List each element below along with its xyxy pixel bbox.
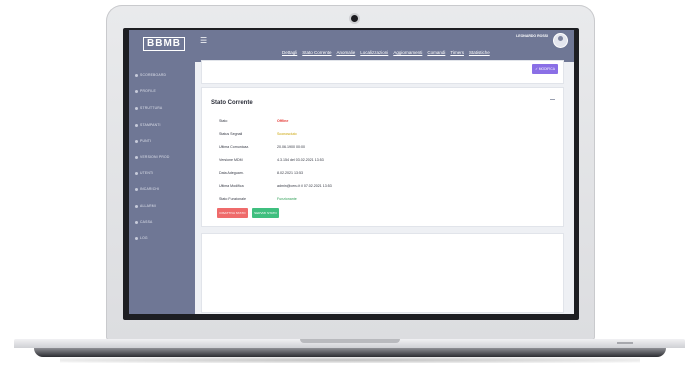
app-logo[interactable]: BBMB: [143, 37, 185, 51]
sidebar-item-label: Versioni Prod: [140, 155, 170, 159]
sidebar-item-allarmi[interactable]: Allarmi: [135, 202, 191, 210]
menu-icon[interactable]: ☰: [200, 37, 207, 45]
tab-statistiche[interactable]: Statistiche: [469, 50, 490, 55]
sidebar-item-label: Utenti: [140, 171, 154, 175]
laptop-shadow: [60, 357, 640, 363]
row-value-stato-funzionale: Funzionante: [277, 197, 297, 201]
row-label-stato: Stato: [219, 119, 228, 123]
bullet-icon: [135, 106, 138, 110]
enable-state-button[interactable]: SERVIZI STATO: [252, 208, 279, 218]
bullet-icon: [135, 204, 138, 208]
sidebar-item-label: Profile: [140, 89, 156, 93]
sidebar-item-incarichi[interactable]: Incarichi: [135, 185, 191, 193]
sidebar-item-label: Allarmi: [140, 204, 156, 208]
sidebar-item-label: Log: [140, 236, 148, 240]
sidebar-item-label: Scoreboard: [140, 73, 167, 77]
bullet-icon: [135, 220, 138, 224]
edit-button[interactable]: ✓ MODIFICA: [532, 64, 558, 74]
bullet-icon: [135, 155, 138, 159]
user-name[interactable]: LEONARDO ROSSI: [516, 34, 548, 38]
bullet-icon: [135, 89, 138, 93]
bullet-icon: [135, 187, 138, 191]
sidebar-item-utenti[interactable]: Utenti: [135, 169, 191, 177]
row-label-versione-mdm: Versione MDM: [219, 158, 243, 162]
bullet-icon: [135, 123, 138, 127]
sidebar-item-struttura[interactable]: Struttura: [135, 104, 191, 112]
status-card: Stato Corrente Stato Offline Status Segn…: [201, 87, 564, 227]
row-value-data-adeguamento: 8.02.2021 13:53: [277, 171, 303, 175]
sidebar-item-punti[interactable]: Punti: [135, 137, 191, 145]
empty-card: [201, 233, 564, 313]
sidebar: BBMB Scoreboard Profile Struttura Stampa…: [129, 30, 195, 314]
tab-localizzazioni[interactable]: Localizzazioni: [360, 50, 388, 55]
row-value-ultima-modifica: admin@ceru.it il 07.02.2021 13:53: [277, 184, 332, 188]
app-screen: BBMB Scoreboard Profile Struttura Stampa…: [129, 30, 574, 314]
webcam-icon: [351, 15, 358, 22]
row-label-stato-funzionale: Stato Funzionale: [219, 197, 246, 201]
tab-timers[interactable]: Timers: [450, 50, 464, 55]
row-value-stato: Offline: [277, 119, 289, 123]
tab-comandi[interactable]: Comandi: [427, 50, 445, 55]
sidebar-item-label: Punti: [140, 139, 152, 143]
collapse-icon[interactable]: [550, 99, 555, 100]
sidebar-item-stampanti[interactable]: Stampanti: [135, 121, 191, 129]
row-label-status-segnali: Status Segnali: [219, 132, 243, 136]
row-value-status-segnali: Sconosciuto: [277, 132, 297, 136]
row-label-data-adeguamento: Data Adeguam.: [219, 171, 244, 175]
row-label-ultima-modifica: Ultima Modifica: [219, 184, 244, 188]
bullet-icon: [135, 139, 138, 143]
tab-aggiornamenti[interactable]: Aggiornamenti: [393, 50, 422, 55]
sidebar-item-profile[interactable]: Profile: [135, 87, 191, 95]
row-label-ultima-comunicazione: Ultima Comunicaz.: [219, 145, 250, 149]
sidebar-item-label: Cassa: [140, 220, 153, 224]
indicator-light: [617, 342, 633, 344]
laptop-notch: [300, 339, 400, 343]
bullet-icon: [135, 236, 138, 240]
tab-anomalie[interactable]: Anomalie: [337, 50, 356, 55]
bullet-icon: [135, 73, 138, 77]
laptop-base-bottom: [34, 348, 666, 357]
card-title: Stato Corrente: [211, 100, 253, 106]
avatar[interactable]: [553, 33, 568, 48]
row-value-versione-mdm: 4.3.154 del 03.02.2021 13:53: [277, 158, 324, 162]
disable-state-button[interactable]: DISATTIVA STATO: [217, 208, 248, 218]
tab-dettagli[interactable]: Dettagli: [282, 50, 297, 55]
sidebar-item-label: Incarichi: [140, 187, 160, 191]
actions-card: ✓ MODIFICA: [201, 60, 564, 84]
sidebar-item-log[interactable]: Log: [135, 234, 191, 242]
device-tabs: Dettagli Stato Corrente Anomalie Localiz…: [282, 50, 490, 55]
top-bar: ☰ LEONARDO ROSSI Dettagli Stato Corrente…: [195, 30, 574, 62]
bullet-icon: [135, 171, 138, 175]
sidebar-item-versioni[interactable]: Versioni Prod: [135, 153, 191, 161]
sidebar-item-scoreboard[interactable]: Scoreboard: [135, 71, 191, 79]
sidebar-item-label: Stampanti: [140, 123, 161, 127]
sidebar-item-cassa[interactable]: Cassa: [135, 218, 191, 226]
sidebar-item-label: Struttura: [140, 106, 163, 110]
row-value-ultima-comunicazione: 20.06.1900 00:00: [277, 145, 305, 149]
tab-stato-corrente[interactable]: Stato Corrente: [302, 50, 331, 55]
